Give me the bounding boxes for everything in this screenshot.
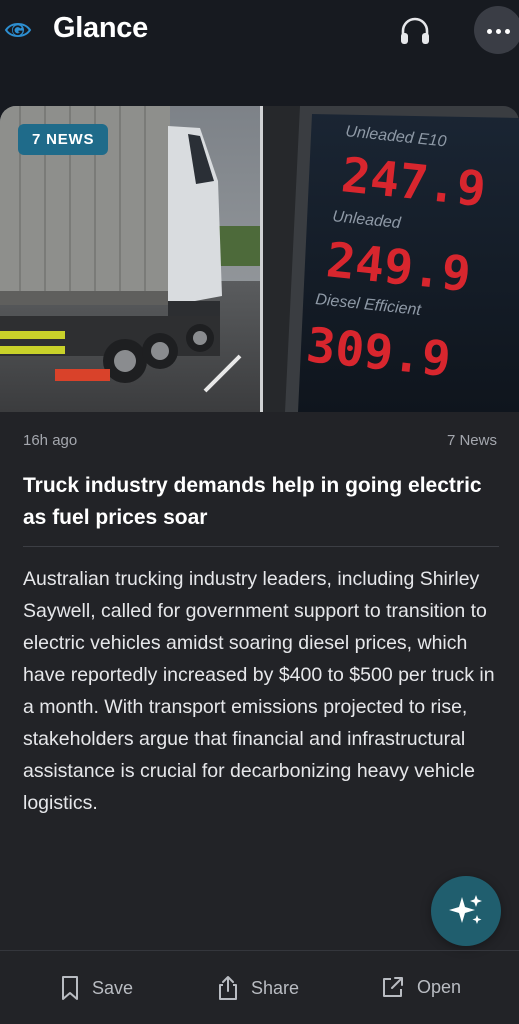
open-label: Open xyxy=(417,976,462,997)
article-summary: Australian trucking industry leaders, in… xyxy=(23,568,495,814)
article-headline[interactable]: Truck industry demands help in going ele… xyxy=(23,470,493,534)
headphones-icon[interactable] xyxy=(398,14,432,48)
top-bar: Glance xyxy=(0,0,519,66)
share-label: Share xyxy=(251,977,300,998)
source-badge: 7 NEWS xyxy=(18,124,109,155)
more-horizontal-icon xyxy=(485,21,512,39)
app-title: Glance xyxy=(53,12,148,44)
external-link-icon xyxy=(383,977,403,997)
app-screen: Glance Unleaded E10 247.9 Unleaded 249.9… xyxy=(0,0,519,1024)
ai-assistant-button[interactable] xyxy=(431,876,501,946)
glance-logo-icon[interactable] xyxy=(4,16,32,44)
save-button[interactable]: Save xyxy=(60,975,133,1001)
news-card[interactable]: Unleaded E10 247.9 Unleaded 249.9 Diesel… xyxy=(0,106,519,1024)
share-button[interactable]: Share xyxy=(217,975,299,1001)
more-options-button[interactable] xyxy=(474,6,519,54)
source-name[interactable]: 7 News xyxy=(447,432,497,449)
open-button[interactable]: Open xyxy=(381,975,461,999)
timestamp: 16h ago xyxy=(23,432,78,449)
sparkle-icon xyxy=(449,895,482,924)
action-bar: Save Share Open xyxy=(0,950,519,1024)
divider xyxy=(23,546,499,547)
hero-image: Unleaded E10 247.9 Unleaded 249.9 Diesel… xyxy=(0,106,519,412)
save-label: Save xyxy=(92,977,134,998)
bookmark-icon xyxy=(62,976,78,1000)
share-icon xyxy=(219,976,237,1000)
